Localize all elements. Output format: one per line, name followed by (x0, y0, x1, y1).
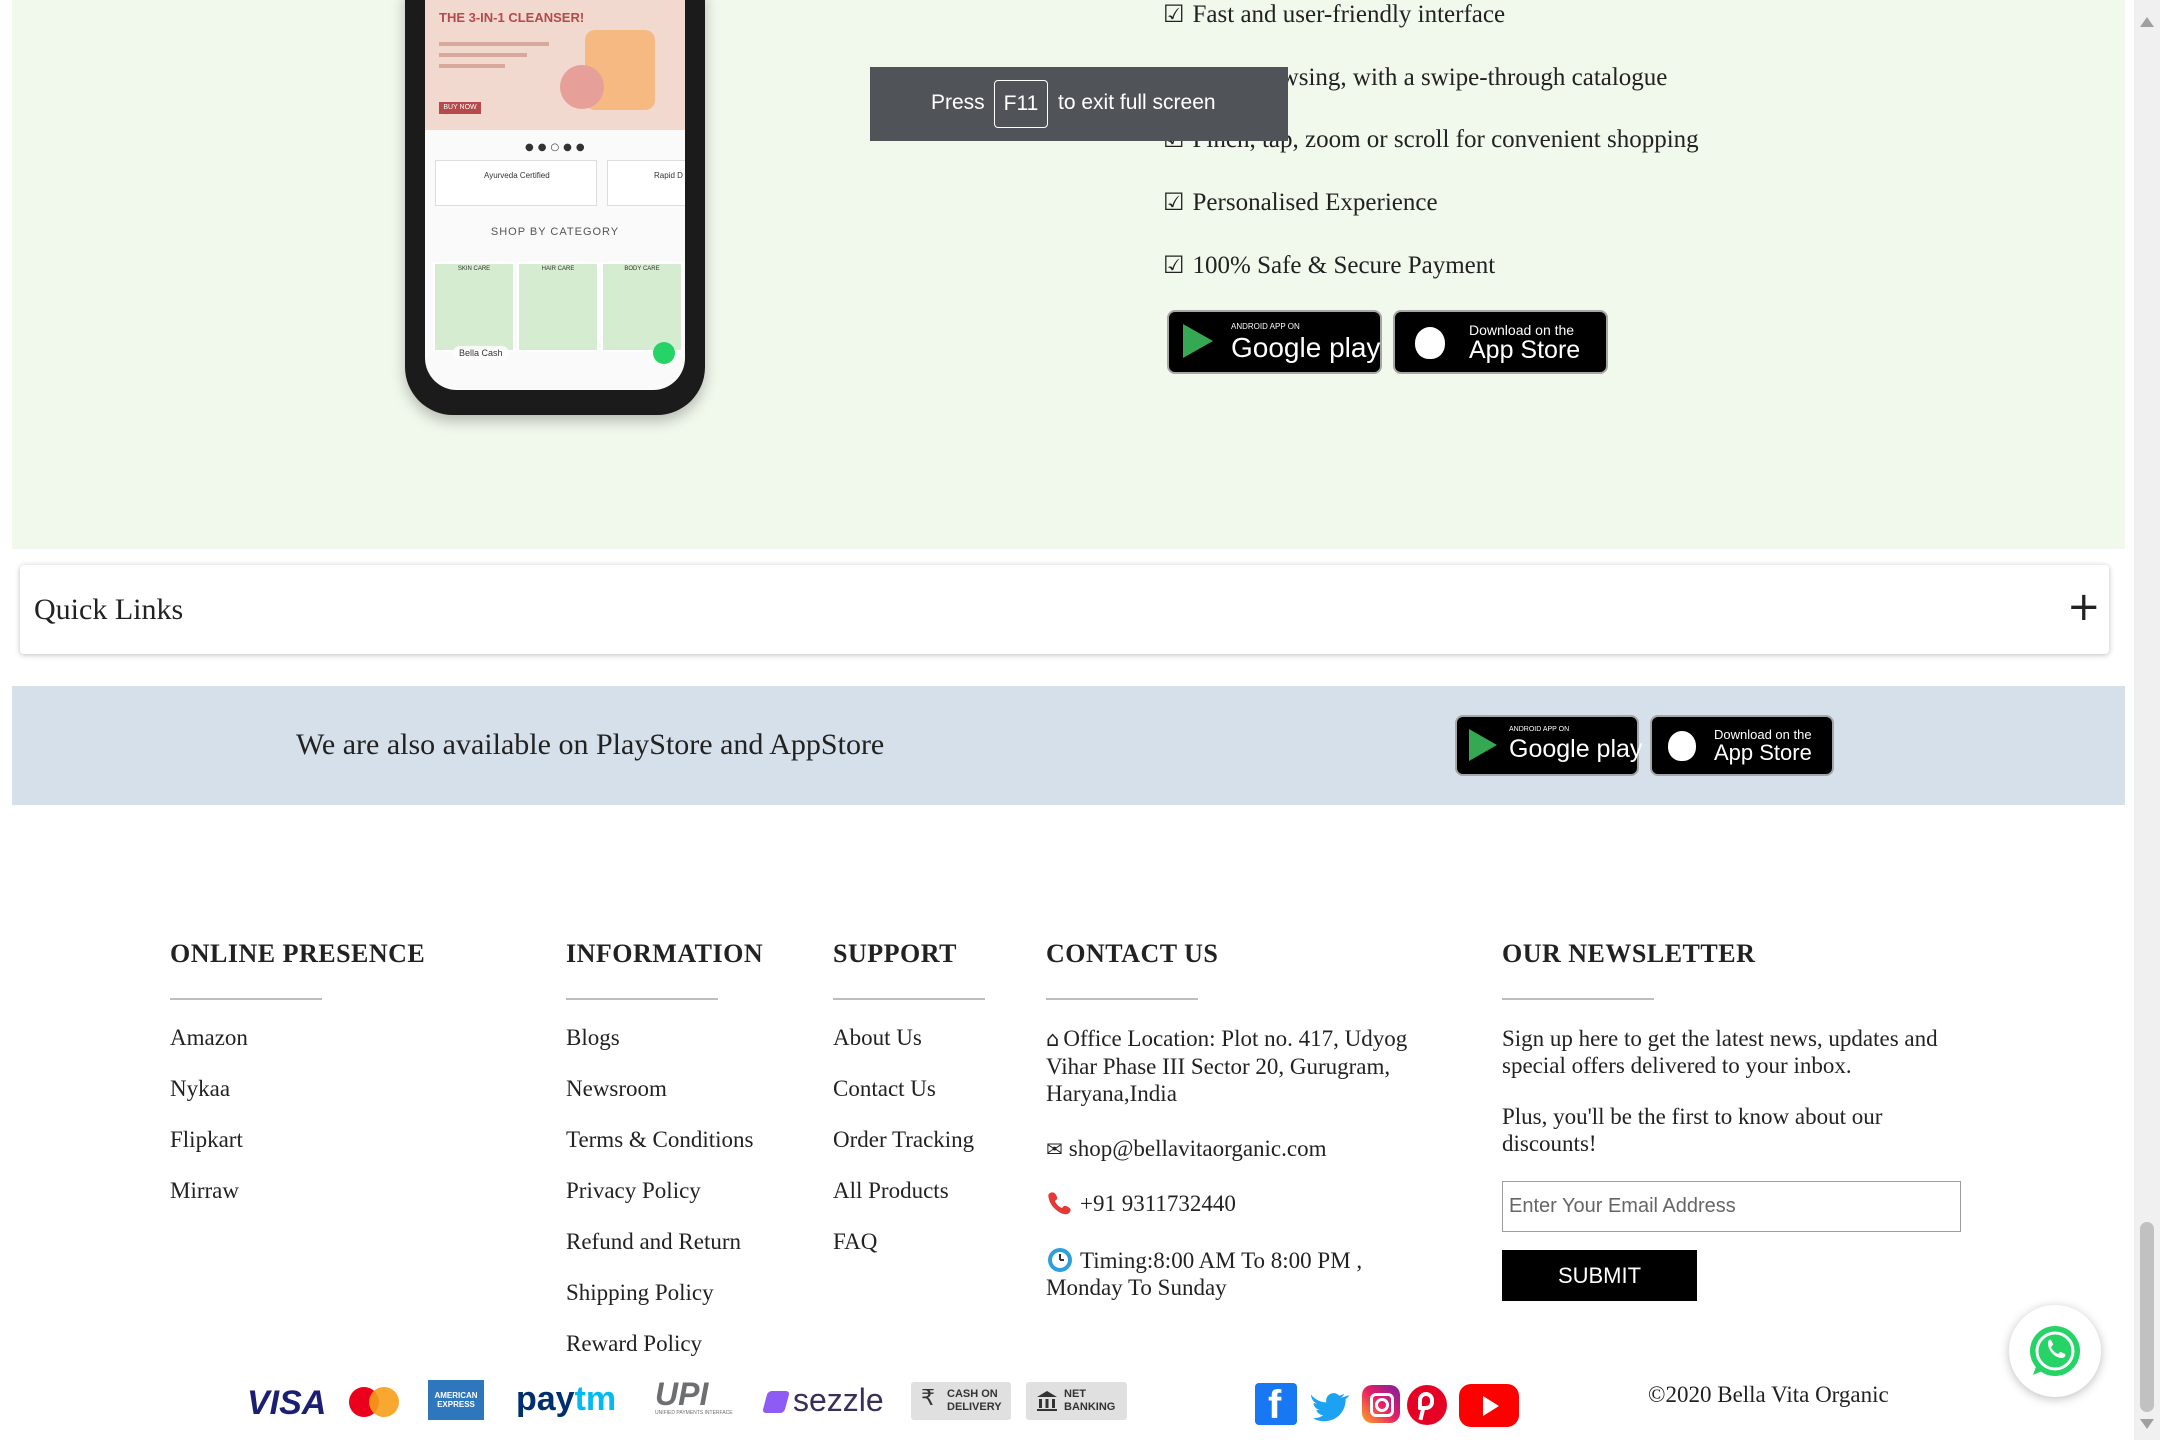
link-amazon[interactable]: Amazon (170, 1025, 248, 1051)
whatsapp-chat-button[interactable] (2009, 1305, 2101, 1397)
clock-icon (1048, 1248, 1072, 1272)
newsletter-discount-note: Plus, you'll be the first to know about … (1502, 1104, 1883, 1156)
quick-links-title: Quick Links (34, 593, 184, 626)
link-about-us[interactable]: About Us (833, 1025, 922, 1051)
link-nykaa[interactable]: Nykaa (170, 1076, 230, 1102)
app-availability-bar: We are also available on PlayStore and A… (12, 686, 2125, 805)
phone-icon (1048, 1192, 1071, 1215)
online-presence-heading: ONLINE PRESENCE (170, 939, 426, 968)
heading-divider (170, 998, 322, 1000)
checkbox-icon: ☑ (1163, 251, 1185, 279)
link-faq[interactable]: FAQ (833, 1229, 877, 1255)
apple-icon (1415, 327, 1445, 359)
cash-on-delivery-logo: ₹ CASH ON DELIVERY (911, 1382, 1011, 1420)
newsletter-heading: OUR NEWSLETTER (1502, 939, 1756, 968)
phone-category-tile: HAIR CARE (517, 262, 599, 352)
phone-buy-now: BUY NOW (439, 102, 481, 114)
information-heading: INFORMATION (566, 939, 764, 968)
heading-divider (833, 998, 985, 1000)
twitter-icon[interactable] (1310, 1388, 1350, 1428)
phone-carousel-dots: ●●○●● (525, 142, 589, 153)
google-play-badge[interactable]: ANDROID APP ON Google play (1455, 715, 1642, 776)
phone-category-tile: BODY CARE (601, 262, 683, 352)
bank-icon (1037, 1391, 1057, 1411)
contact-phone[interactable]: +91 9311732440 (1046, 1190, 1236, 1217)
heading-divider (566, 998, 718, 1000)
instagram-icon[interactable] (1362, 1385, 1400, 1423)
pinterest-icon[interactable] (1407, 1385, 1447, 1425)
phone-bella-cash: Bella Cash (453, 346, 509, 360)
visa-logo: VISA (247, 1384, 327, 1422)
app-store-badge[interactable]: Download on the App Store (1650, 715, 1834, 776)
app-store-badge[interactable]: Download on the App Store (1393, 310, 1608, 374)
link-privacy-policy[interactable]: Privacy Policy (566, 1178, 701, 1204)
checkbox-icon: ☑ (1163, 188, 1185, 216)
phone-feature-card: Rapid D (607, 160, 685, 206)
scroll-down-arrow-icon[interactable] (2134, 1410, 2160, 1440)
toast-message: to exit full screen (1058, 91, 1216, 114)
toast-press-label: Press (931, 91, 985, 114)
upi-logo: UPI UNIFIED PAYMENTS INTERFACE (655, 1376, 733, 1416)
link-all-products[interactable]: All Products (833, 1178, 949, 1204)
phone-category-tile: SKIN CARE (433, 262, 515, 352)
feature-item: ☑ Personalised Experience (1163, 188, 1438, 216)
link-order-tracking[interactable]: Order Tracking (833, 1127, 974, 1153)
facebook-icon[interactable]: f (1255, 1383, 1297, 1427)
newsletter-description: Sign up here to get the latest news, upd… (1502, 1026, 1938, 1078)
amex-logo: AMERICAN EXPRESS (428, 1380, 484, 1420)
apple-icon (1668, 731, 1696, 761)
feature-item: ☑ 100% Safe & Secure Payment (1163, 251, 1496, 279)
heading-divider (1046, 998, 1198, 1000)
mastercard-logo (349, 1387, 399, 1417)
google-play-icon (1469, 729, 1497, 761)
link-mirraw[interactable]: Mirraw (170, 1178, 239, 1204)
home-icon: ⌂ (1046, 1027, 1060, 1051)
newsletter-submit-button[interactable]: SUBMIT (1502, 1250, 1697, 1301)
heading-divider (1502, 998, 1654, 1000)
phone-banner-title: THE 3-IN-1 CLEANSER! (439, 10, 585, 25)
link-refund-return[interactable]: Refund and Return (566, 1229, 741, 1255)
link-contact-us[interactable]: Contact Us (833, 1076, 936, 1102)
phone-banner: THE 3-IN-1 CLEANSER! BUY NOW (425, 0, 685, 130)
phone-whatsapp-icon (653, 342, 675, 364)
fullscreen-toast: Press F11 to exit full screen (870, 67, 1288, 141)
phone-feature-card: Ayurveda Certified (435, 160, 597, 206)
phone-banner-copy (439, 42, 549, 75)
link-newsroom[interactable]: Newsroom (566, 1076, 667, 1102)
support-heading: SUPPORT (833, 939, 957, 968)
link-shipping-policy[interactable]: Shipping Policy (566, 1280, 714, 1306)
feature-item: ☑ Fast and user-friendly interface (1163, 0, 1506, 28)
google-play-badge[interactable]: ANDROID APP ON Google play (1167, 310, 1382, 374)
newsletter-email-input[interactable] (1502, 1181, 1961, 1232)
whatsapp-icon (2030, 1326, 2080, 1376)
paytm-logo: paytm (516, 1380, 617, 1418)
phone-mockup: THE 3-IN-1 CLEANSER! BUY NOW ●●○●● Ayurv… (405, 0, 705, 415)
scrollbar-thumb[interactable] (2140, 1222, 2154, 1412)
link-blogs[interactable]: Blogs (566, 1025, 620, 1051)
net-banking-logo: NET BANKING (1026, 1382, 1127, 1420)
youtube-icon[interactable] (1459, 1384, 1519, 1427)
contact-email[interactable]: ✉ shop@bellavitaorganic.com (1046, 1135, 1326, 1163)
link-terms[interactable]: Terms & Conditions (566, 1127, 754, 1153)
mail-icon: ✉ (1046, 1137, 1063, 1161)
availability-text: We are also available on PlayStore and A… (296, 728, 885, 761)
checkbox-icon: ☑ (1163, 0, 1185, 28)
office-location: ⌂ Office Location: Plot no. 417, Udyog Vi… (1046, 1026, 1408, 1106)
toast-key: F11 (994, 80, 1048, 128)
phone-screen: THE 3-IN-1 CLEANSER! BUY NOW ●●○●● Ayurv… (425, 0, 685, 390)
phone-product-image (560, 65, 604, 109)
scroll-up-arrow-icon[interactable] (2134, 0, 2160, 48)
contact-us-heading: CONTACT US (1046, 939, 1219, 968)
link-flipkart[interactable]: Flipkart (170, 1127, 243, 1153)
quick-links-accordion[interactable]: Quick Links + (20, 565, 2109, 654)
link-reward-policy[interactable]: Reward Policy (566, 1331, 702, 1357)
contact-timing: Timing:8:00 AM To 8:00 PM , Monday To Su… (1046, 1248, 1363, 1300)
copyright-text: ©2020 Bella Vita Organic (1648, 1382, 1889, 1407)
phone-shop-by-category: SHOP BY CATEGORY (490, 226, 620, 238)
expand-icon[interactable]: + (2067, 587, 2101, 627)
google-play-icon (1183, 324, 1213, 358)
sezzle-logo: sezzle (762, 1382, 884, 1419)
